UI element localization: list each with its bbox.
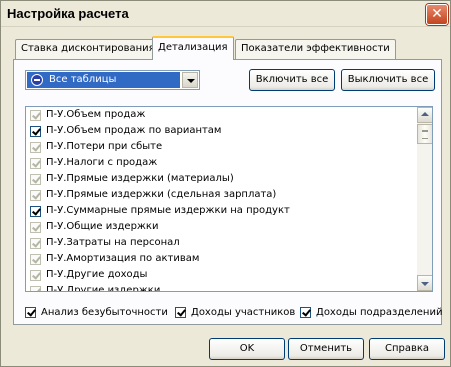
tab-label: Ставка дисконтирования <box>21 43 155 54</box>
participants-income-checkbox[interactable] <box>175 307 186 318</box>
item-label: П-У.Объем продаж <box>46 109 146 120</box>
details-list: П-У.Объем продаж П-У.Объем продаж по вар… <box>25 106 433 292</box>
item-checkbox[interactable] <box>30 238 41 249</box>
item-checkbox[interactable] <box>30 222 41 233</box>
window-title: Настройка расчета <box>7 6 129 21</box>
breakeven-label: Анализ безубыточности <box>41 307 168 318</box>
item-checkbox[interactable] <box>30 190 41 201</box>
table-select-label: Все таблицы <box>49 74 117 85</box>
participants-income-label: Доходы участников <box>191 307 296 318</box>
item-checkbox[interactable] <box>30 110 41 121</box>
scroll-thumb[interactable] <box>417 124 432 144</box>
tab-details[interactable]: Детализация <box>152 36 234 60</box>
breakeven-checkbox[interactable] <box>25 307 36 318</box>
enable-all-button[interactable]: Включить все <box>249 69 335 91</box>
item-checkbox[interactable] <box>30 174 41 185</box>
item-label: П-У.Другие доходы <box>46 269 148 280</box>
item-label: П-У.Прямые издержки (материалы) <box>46 173 234 184</box>
item-checkbox[interactable] <box>30 126 41 137</box>
item-checkbox[interactable] <box>30 206 41 217</box>
scroll-down-icon[interactable] <box>417 275 432 291</box>
list-scrollbar[interactable] <box>417 107 432 291</box>
item-label: П-У.Общие издержки <box>46 221 159 232</box>
title-bar[interactable]: Настройка расчета ✕ <box>1 1 450 27</box>
tab-label: Показатели эффективности <box>241 43 390 54</box>
ok-button[interactable]: OK <box>209 338 285 360</box>
item-label: П-У.Суммарные прямые издержки на продукт <box>46 205 290 216</box>
item-checkbox[interactable] <box>30 142 41 153</box>
close-icon: ✕ <box>431 6 443 22</box>
tab-label: Детализация <box>158 42 228 53</box>
item-label: П-У.Потери при сбыте <box>46 141 163 152</box>
divisions-income-label: Доходы подразделений <box>316 307 443 318</box>
scroll-up-icon[interactable] <box>417 107 432 123</box>
item-checkbox[interactable] <box>30 286 41 291</box>
table-globe-icon <box>31 74 43 86</box>
item-label: П-У.Затраты на персонал <box>46 237 180 248</box>
item-label: П-У.Другие издержки <box>46 285 161 292</box>
close-button[interactable]: ✕ <box>426 4 448 25</box>
divisions-income-checkbox[interactable] <box>300 307 311 318</box>
item-checkbox[interactable] <box>30 270 41 281</box>
item-checkbox[interactable] <box>30 158 41 169</box>
help-button[interactable]: Справка <box>369 338 445 360</box>
cancel-button[interactable]: Отменить <box>288 338 364 360</box>
item-label: П-У.Объем продаж по вариантам <box>46 125 222 136</box>
settings-dialog: Настройка расчета ✕ Ставка дисконтирован… <box>0 0 451 367</box>
disable-all-button[interactable]: Выключить все <box>341 69 435 91</box>
table-select-value: Все таблицы <box>27 72 180 88</box>
item-label: П-У.Налоги с продаж <box>46 157 158 168</box>
chevron-down-icon[interactable] <box>182 72 198 88</box>
item-label: П-У.Амортизация по активам <box>46 253 200 264</box>
item-label: П-У.Прямые издержки (сдельная зарплата) <box>46 189 277 200</box>
tab-discount-rate[interactable]: Ставка дисконтирования <box>15 39 161 59</box>
table-select[interactable]: Все таблицы <box>25 70 200 90</box>
details-panel: Все таблицы Включить все Выключить все П… <box>13 59 442 325</box>
tab-efficiency[interactable]: Показатели эффективности <box>235 39 396 59</box>
item-checkbox[interactable] <box>30 254 41 265</box>
